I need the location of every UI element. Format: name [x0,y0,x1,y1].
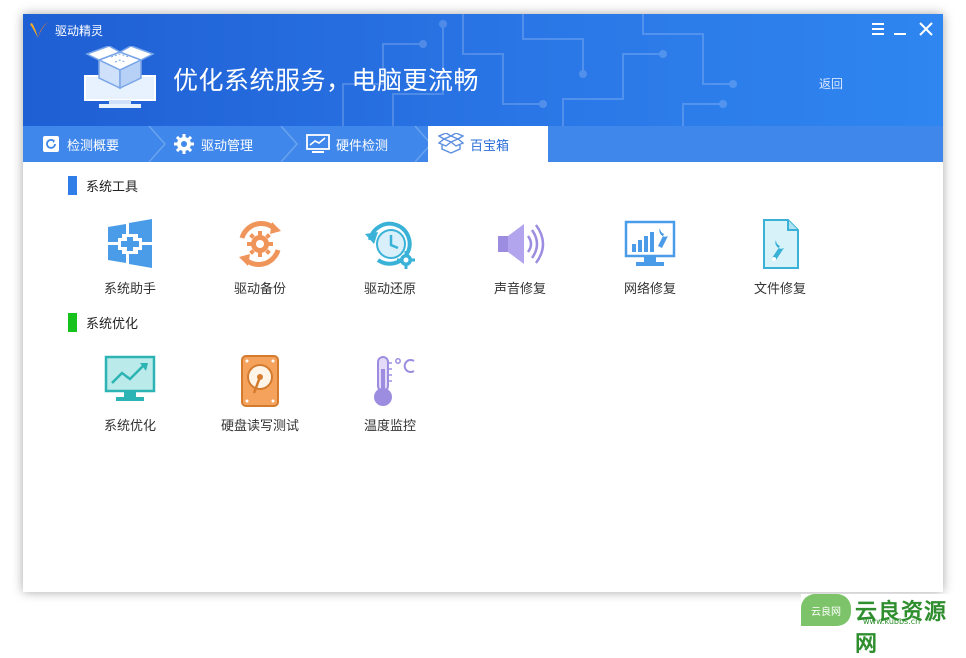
toolbox-icon [438,133,464,154]
section-system-tools: 系统工具 [68,176,138,195]
tab-driver-manage[interactable]: 驱动管理 [173,126,293,162]
tab-overview[interactable]: 检测概要 [41,126,151,162]
tab-bar: 检测概要 驱动管理 硬件检测 百宝箱 [23,126,943,162]
section-title: 系统优化 [86,317,139,332]
site-watermark: 云良网 云良资源网 www.kubbs.cn [801,594,966,657]
app-name: 驱动精灵 [55,24,104,38]
toolbox-hero-icon [84,46,156,108]
tool-sound-repair[interactable]: 声音修复 [460,218,580,308]
tool-label: 硬盘读写测试 [220,419,299,434]
gear-backup-icon [239,221,281,267]
back-link[interactable]: 返回 [819,75,843,92]
tool-system-assistant[interactable]: 系统助手 [70,218,190,308]
watermark-url: www.kubbs.cn [863,617,921,626]
tab-hardware-check[interactable]: 硬件检测 [306,126,426,162]
file-wrench-icon [763,219,799,269]
section-title: 系统工具 [86,180,139,195]
tool-label: 文件修复 [753,282,806,297]
tab-label: 百宝箱 [470,138,510,154]
tool-label: 驱动备份 [233,282,286,297]
tab-label: 检测概要 [67,138,120,154]
monitor-chart-icon [306,134,330,153]
header-banner: 驱动精灵 优化系统服务，电脑更流畅 返回 [23,14,943,126]
harddisk-icon [241,355,279,407]
tool-label: 声音修复 [493,282,546,297]
tab-label: 驱动管理 [201,138,254,154]
minimize-icon[interactable] [891,20,909,38]
app-window: 驱动精灵 优化系统服务，电脑更流畅 返回 检测概要 驱动管理 硬件检测 百宝箱 … [23,14,943,592]
page-slogan: 优化系统服务，电脑更流畅 [173,66,480,95]
thermometer-icon [374,356,415,406]
tool-driver-restore[interactable]: 驱动还原 [330,218,450,308]
gear-icon [174,134,194,154]
tool-driver-backup[interactable]: 驱动备份 [200,218,320,308]
tab-toolbox[interactable]: 百宝箱 [428,126,548,162]
tool-system-optimize[interactable]: 系统优化 [70,355,190,445]
tool-file-repair[interactable]: 文件修复 [720,218,840,308]
network-wrench-icon [624,220,676,266]
tool-network-repair[interactable]: 网络修复 [590,218,710,308]
windows-plus-icon [108,219,152,268]
tool-label: 温度监控 [363,419,416,434]
tool-temperature-monitor[interactable]: 温度监控 [330,355,450,445]
section-marker [68,313,77,332]
section-system-optimize: 系统优化 [68,313,138,332]
tab-separator [280,126,299,162]
refresh-icon [43,136,59,152]
app-logo-icon [30,22,48,38]
speaker-icon [498,224,545,264]
tool-label: 网络修复 [623,282,676,297]
clock-restore-icon [365,221,415,269]
close-icon[interactable] [917,20,935,38]
tool-label: 驱动还原 [363,282,416,297]
tool-label: 系统优化 [103,419,156,434]
tab-label: 硬件检测 [336,138,389,154]
tool-label: 系统助手 [103,282,156,297]
menu-icon[interactable] [869,20,887,38]
watermark-badge: 云良网 [801,594,851,626]
watermark-text: 云良资源网 [855,600,948,657]
monitor-trend-icon [104,355,156,401]
tab-separator [148,126,167,162]
section-marker [68,176,77,195]
tool-disk-rw-test[interactable]: 硬盘读写测试 [200,355,320,445]
